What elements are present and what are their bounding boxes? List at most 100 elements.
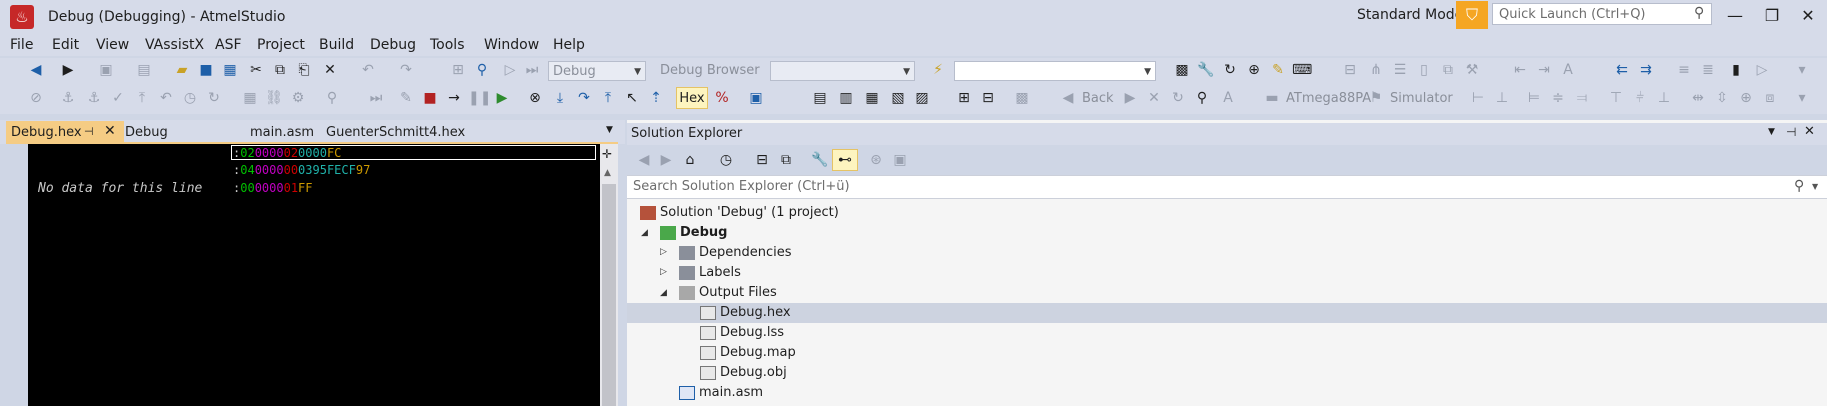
sync-active-document-icon[interactable]: ⊷	[832, 149, 858, 171]
align-left-icon[interactable]: ⊨	[1524, 88, 1544, 108]
navigate-forward-icon[interactable]: ▶	[58, 60, 78, 80]
search-options-icon[interactable]: ▼	[1812, 182, 1818, 191]
tree-node-solution[interactable]: Solution 'Debug' (1 project)	[640, 203, 839, 223]
close-window-button[interactable]: ✕	[1788, 2, 1827, 30]
solution-configuration-combo[interactable]: Debug ▼	[548, 61, 646, 81]
tree-node-output-files[interactable]: Output Files	[679, 283, 777, 303]
redo-icon[interactable]: ↷	[396, 60, 416, 80]
tool-selector[interactable]: Simulator	[1390, 91, 1453, 106]
find-icon[interactable]: ⊞	[448, 60, 468, 80]
show-next-statement-icon[interactable]: →	[444, 88, 464, 108]
step-icon[interactable]: ⏭	[366, 88, 386, 108]
panel-menu-icon[interactable]: ▼	[1768, 127, 1775, 137]
restore-button[interactable]: ❐	[1752, 2, 1792, 30]
gallery-icon[interactable]: ✎	[1268, 60, 1288, 80]
set-next-statement-icon[interactable]: ⇡	[646, 88, 666, 108]
tree-node-file[interactable]: Debug.map	[700, 343, 796, 363]
hex-line[interactable]: :040000000395FECF97	[233, 163, 370, 177]
properties-icon[interactable]: 🔧	[810, 150, 830, 170]
refresh-icon[interactable]: ↻	[1220, 60, 1240, 80]
tree-node-dependencies[interactable]: Dependencies	[679, 243, 792, 263]
tab-list-dropdown-icon[interactable]: ▼	[606, 125, 613, 135]
tab-main-asm[interactable]: main.asm	[250, 125, 314, 140]
extension-icon[interactable]: ⊕	[1244, 60, 1264, 80]
space-h-icon[interactable]: ⇹	[1688, 88, 1708, 108]
terminal-icon[interactable]: ⌨	[1292, 60, 1312, 80]
copy-doc-icon[interactable]: ⧉	[1438, 60, 1458, 80]
find-symbol-icon[interactable]: ⚡	[928, 60, 948, 80]
tab-guenterschmitt4-hex[interactable]: GuenterSchmitt4.hex	[326, 125, 465, 140]
toolbar-options-icon[interactable]: ▾	[1792, 60, 1812, 80]
script-icon[interactable]: ✎	[396, 88, 416, 108]
find-combo[interactable]: ▼	[954, 61, 1156, 81]
debug-browser-dropdown[interactable]: Debug Browser	[660, 63, 760, 78]
hex-line[interactable]: :00000001FF	[233, 181, 313, 195]
chip-icon[interactable]: ▩	[1012, 88, 1032, 108]
stop-nav-icon[interactable]: ✕	[1144, 88, 1164, 108]
exceptions-icon[interactable]: %	[712, 88, 732, 108]
breakpoint-add-icon[interactable]: ⚓	[84, 88, 104, 108]
memory-icon[interactable]: ▦	[240, 88, 260, 108]
menu-asf[interactable]: ASF	[215, 37, 242, 53]
comment-icon[interactable]: ≡	[1674, 60, 1694, 80]
stop-debugging-icon[interactable]: ■	[420, 88, 440, 108]
search-icon[interactable]: ⚲	[1694, 5, 1704, 21]
bookmark-icon[interactable]: ▮	[1726, 60, 1746, 80]
device-icon[interactable]: ▬	[1262, 88, 1282, 108]
home-icon[interactable]: ⌂	[680, 150, 700, 170]
delete-icon[interactable]: ✕	[320, 60, 340, 80]
undo-icon[interactable]: ↶	[358, 60, 378, 80]
document-icon[interactable]: ▯	[1414, 60, 1434, 80]
scroll-up-icon[interactable]: ▲	[604, 168, 611, 178]
font-icon[interactable]: A	[1218, 88, 1238, 108]
list-icon[interactable]: ☰	[1390, 60, 1410, 80]
feedback-filter-icon[interactable]: ⛉	[1456, 1, 1488, 29]
menu-vassistx[interactable]: VAssistX	[145, 37, 204, 53]
attach-icon[interactable]: ⊘	[26, 88, 46, 108]
wrench-icon[interactable]: 🔧	[1196, 60, 1216, 80]
program-device-icon[interactable]: ⊞	[954, 88, 974, 108]
align-top-icon[interactable]: ⊤	[1606, 88, 1626, 108]
se-search-icon[interactable]: ⚲	[1794, 178, 1804, 194]
quick-launch-input[interactable]: Quick Launch (Ctrl+Q)	[1492, 3, 1712, 25]
pending-changes-icon[interactable]: ◷	[716, 150, 736, 170]
align-middle-icon[interactable]: ≑	[1548, 88, 1568, 108]
tool-icon[interactable]: ⚑	[1366, 88, 1386, 108]
menu-help[interactable]: Help	[553, 37, 585, 53]
se-back-icon[interactable]: ◀	[634, 150, 654, 170]
collapse-arrow-icon[interactable]: ◢	[641, 228, 648, 238]
new-project-icon[interactable]: ▣	[96, 60, 116, 80]
image-icon[interactable]: ▨	[912, 88, 932, 108]
refresh-nav-icon[interactable]: ↻	[1168, 88, 1188, 108]
layout-icon[interactable]: ⊟	[1340, 60, 1360, 80]
center-icon[interactable]: ⊕	[1736, 88, 1756, 108]
close-panel-icon[interactable]: ✕	[1804, 124, 1815, 139]
disassembly-icon[interactable]: ⊗	[525, 88, 545, 108]
decrease-indent-icon[interactable]: ⇇	[1612, 60, 1632, 80]
pause-icon[interactable]: ❚❚	[468, 88, 491, 108]
copy-icon[interactable]: ⧉	[270, 60, 290, 80]
history-icon[interactable]: ◷	[180, 88, 200, 108]
menu-window[interactable]: Window	[484, 37, 539, 53]
continue-icon[interactable]: ▶	[492, 88, 512, 108]
window-icon[interactable]: ▣	[746, 88, 766, 108]
atmel-studio-icon[interactable]: ♨	[10, 5, 34, 29]
tree-node-main-asm[interactable]: main.asm	[679, 383, 763, 403]
back-icon[interactable]: ◀	[1058, 88, 1078, 108]
io-view-icon[interactable]: ▥	[836, 88, 856, 108]
tree-node-labels[interactable]: Labels	[679, 263, 741, 283]
tree-node-file[interactable]: Debug.hex	[700, 303, 791, 323]
scroll-thumb[interactable]	[602, 184, 616, 406]
start-debugging-icon[interactable]: ▷	[500, 60, 520, 80]
solution-explorer-search-input[interactable]: Search Solution Explorer (Ctrl+ü)	[627, 175, 1827, 199]
increase-indent-icon[interactable]: ⇉	[1636, 60, 1656, 80]
expand-arrow-icon[interactable]: ▷	[660, 267, 667, 277]
minimize-button[interactable]: —	[1715, 2, 1755, 30]
collapse-all-icon[interactable]: ⊟	[752, 150, 772, 170]
back-button[interactable]: Back	[1082, 91, 1114, 106]
align-center-icon[interactable]: ⊥	[1492, 88, 1512, 108]
align-icon[interactable]: ⊢	[1468, 88, 1488, 108]
hierarchy-icon[interactable]: ⋔	[1366, 60, 1386, 80]
align-right-icon[interactable]: ⫤	[1572, 88, 1592, 108]
tab-debug[interactable]: Debug	[125, 125, 168, 140]
